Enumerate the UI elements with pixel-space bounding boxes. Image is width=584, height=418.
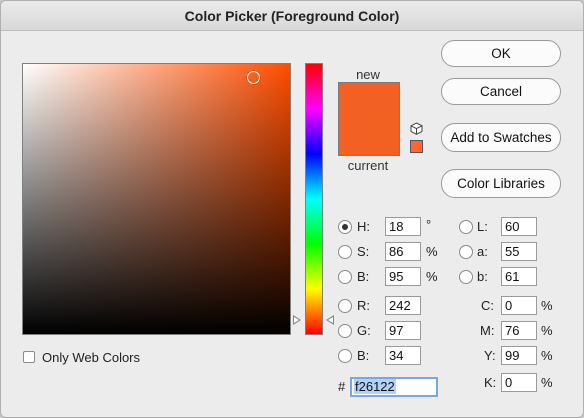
yellow-input[interactable]: 99 bbox=[501, 346, 537, 365]
new-color-label: new bbox=[356, 67, 380, 82]
hue-slider[interactable] bbox=[305, 63, 323, 335]
ok-button[interactable]: OK bbox=[441, 40, 561, 67]
brightness-label: B: bbox=[357, 269, 370, 284]
hue-slider-right-arrow[interactable] bbox=[326, 315, 334, 325]
yellow-unit: % bbox=[541, 348, 553, 363]
green-input[interactable]: 97 bbox=[385, 321, 421, 340]
hue-slider-left-arrow[interactable] bbox=[293, 315, 301, 325]
lightness-radio[interactable] bbox=[459, 220, 473, 234]
hex-value: f26122 bbox=[354, 379, 396, 394]
new-color-swatch bbox=[338, 82, 400, 119]
brightness-unit: % bbox=[426, 269, 438, 284]
only-web-colors-label[interactable]: Only Web Colors bbox=[42, 350, 140, 365]
blue-input[interactable]: 34 bbox=[385, 346, 421, 365]
blue-radio[interactable] bbox=[338, 349, 352, 363]
cyan-label: C: bbox=[481, 298, 494, 313]
brightness-input[interactable]: 95 bbox=[385, 267, 421, 286]
green-radio[interactable] bbox=[338, 324, 352, 338]
lab-a-label: a: bbox=[477, 244, 488, 259]
red-input[interactable]: 242 bbox=[385, 296, 421, 315]
lab-a-radio[interactable] bbox=[459, 245, 473, 259]
color-libraries-button[interactable]: Color Libraries bbox=[441, 169, 561, 198]
cyan-unit: % bbox=[541, 298, 553, 313]
cyan-input[interactable]: 0 bbox=[501, 296, 537, 315]
magenta-label: M: bbox=[480, 323, 495, 338]
lab-b-label: b: bbox=[477, 269, 488, 284]
black-label: K: bbox=[484, 375, 497, 390]
hue-unit: ° bbox=[426, 217, 432, 232]
saturation-label: S: bbox=[357, 244, 370, 259]
red-radio[interactable] bbox=[338, 299, 352, 313]
current-color-swatch[interactable] bbox=[338, 119, 400, 156]
black-unit: % bbox=[541, 375, 553, 390]
add-to-swatches-button[interactable]: Add to Swatches bbox=[441, 123, 561, 152]
lab-b-radio[interactable] bbox=[459, 270, 473, 284]
websafe-cube-icon[interactable] bbox=[410, 122, 423, 135]
current-color-label: current bbox=[347, 158, 389, 173]
yellow-label: Y: bbox=[484, 348, 496, 363]
saturation-unit: % bbox=[426, 244, 438, 259]
hue-radio[interactable] bbox=[338, 220, 352, 234]
brightness-radio[interactable] bbox=[338, 270, 352, 284]
saturation-brightness-field[interactable] bbox=[22, 63, 291, 335]
only-web-colors-checkbox[interactable] bbox=[23, 351, 35, 363]
color-picker-dialog: Color Picker (Foreground Color) new curr… bbox=[0, 0, 584, 418]
saturation-radio[interactable] bbox=[338, 245, 352, 259]
magenta-input[interactable]: 76 bbox=[501, 321, 537, 340]
hex-prefix: # bbox=[338, 379, 346, 394]
lightness-input[interactable]: 60 bbox=[501, 217, 537, 236]
lightness-label: L: bbox=[477, 219, 488, 234]
red-label: R: bbox=[357, 298, 370, 313]
saturation-input[interactable]: 86 bbox=[385, 242, 421, 261]
lab-a-input[interactable]: 55 bbox=[501, 242, 537, 261]
blue-label: B: bbox=[357, 348, 370, 363]
black-input[interactable]: 0 bbox=[501, 373, 537, 392]
magenta-unit: % bbox=[541, 323, 553, 338]
green-label: G: bbox=[357, 323, 371, 338]
window-title: Color Picker (Foreground Color) bbox=[1, 1, 583, 31]
hue-input[interactable]: 18 bbox=[385, 217, 421, 236]
cancel-button[interactable]: Cancel bbox=[441, 78, 561, 105]
websafe-color-swatch[interactable] bbox=[410, 140, 423, 153]
color-selection-marker[interactable] bbox=[247, 71, 260, 84]
hex-input[interactable]: f26122 bbox=[350, 377, 438, 397]
lab-b-input[interactable]: 61 bbox=[501, 267, 537, 286]
hue-label: H: bbox=[357, 219, 370, 234]
